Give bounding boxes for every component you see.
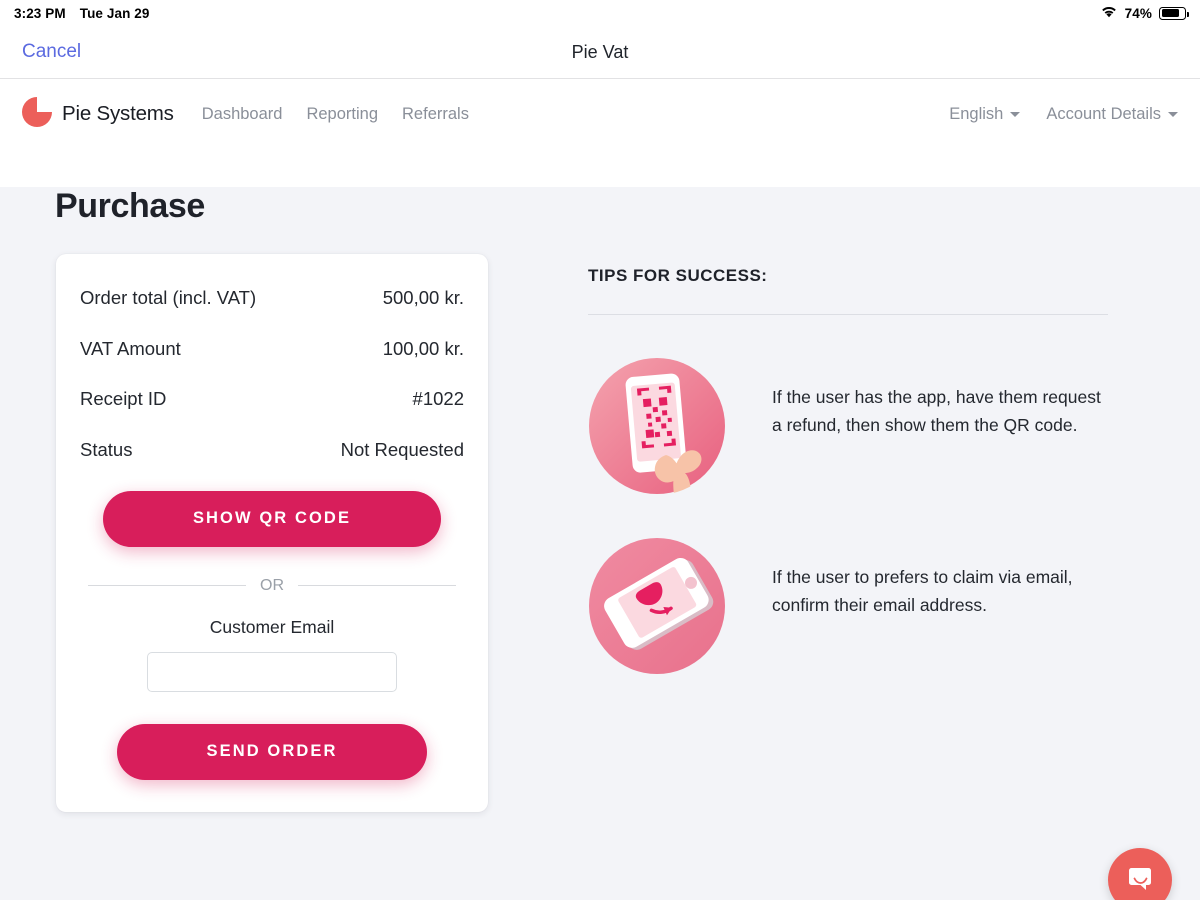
- row-value: 500,00 kr.: [382, 287, 464, 308]
- tip-text: If the user to prefers to claim via emai…: [772, 567, 1073, 615]
- tip-item: If the user has the app, have them reque…: [588, 357, 1108, 495]
- summary-row-status: Status Not Requested: [80, 436, 464, 465]
- or-label: OR: [260, 576, 284, 594]
- brand-name: Pie Systems: [62, 102, 174, 125]
- status-bar-right: 74%: [1100, 5, 1189, 21]
- chevron-down-icon: [1168, 111, 1178, 117]
- tips-divider: [588, 314, 1108, 315]
- battery-percentage: 74%: [1124, 5, 1152, 21]
- page-title: Purchase: [55, 187, 205, 225]
- cancel-button[interactable]: Cancel: [22, 41, 81, 63]
- tip-item: If the user to prefers to claim via emai…: [588, 537, 1108, 675]
- customer-email-label: Customer Email: [209, 616, 335, 637]
- purchase-card: Order total (incl. VAT) 500,00 kr. VAT A…: [56, 254, 488, 812]
- ios-status-bar: 3:23 PM Tue Jan 29 74%: [0, 0, 1200, 26]
- summary-row-receipt-id: Receipt ID #1022: [80, 385, 464, 414]
- brand[interactable]: Pie Systems: [20, 95, 174, 134]
- nav-links: Dashboard Reporting Referrals: [202, 105, 469, 124]
- pie-chart-logo-icon: [20, 95, 54, 134]
- status-badge: Not Requested: [340, 439, 464, 461]
- status-bar-date: Tue Jan 29: [79, 5, 150, 21]
- nav-link-referrals[interactable]: Referrals: [402, 105, 469, 124]
- tip-text: If the user has the app, have them reque…: [772, 387, 1101, 435]
- or-separator: OR: [88, 577, 456, 595]
- intercom-launcher-button[interactable]: [1108, 848, 1172, 900]
- row-label: Order total (incl. VAT): [80, 287, 257, 308]
- status-bar-time: 3:23 PM: [14, 5, 66, 21]
- summary-row-order-total: Order total (incl. VAT) 500,00 kr.: [80, 284, 464, 313]
- modal-title: Pie Vat: [571, 41, 629, 62]
- phone-email-received-icon: [588, 537, 726, 675]
- chevron-down-icon: [1010, 111, 1021, 117]
- language-dropdown[interactable]: English: [949, 104, 1021, 124]
- row-label: VAT Amount: [80, 337, 181, 359]
- nav-link-reporting[interactable]: Reporting: [306, 105, 378, 124]
- customer-email-input[interactable]: [147, 651, 397, 692]
- page-body: Purchase Order total (incl. VAT) 500,00 …: [0, 187, 1200, 900]
- wifi-icon: [1100, 5, 1118, 21]
- summary-row-vat-amount: VAT Amount 100,00 kr.: [80, 335, 464, 364]
- phone-qr-code-scan-icon: [588, 357, 726, 495]
- row-value: 100,00 kr.: [382, 337, 464, 359]
- language-dropdown-label: English: [949, 104, 1004, 123]
- account-details-dropdown[interactable]: Account Details: [1046, 105, 1178, 124]
- battery-icon: [1159, 6, 1189, 20]
- tips-title: TIPS FOR SUCCESS:: [588, 266, 768, 285]
- row-label: Receipt ID: [80, 388, 167, 410]
- modal-header: Cancel Pie Vat: [0, 26, 1200, 79]
- status-bar-left: 3:23 PM Tue Jan 29: [14, 6, 150, 21]
- nav-link-dashboard[interactable]: Dashboard: [202, 105, 283, 124]
- show-qr-code-button[interactable]: SHOW QR CODE: [103, 490, 441, 547]
- nav-right: English Account Details: [949, 105, 1178, 124]
- send-order-button[interactable]: SEND ORDER: [117, 723, 427, 780]
- account-details-label: Account Details: [1046, 104, 1161, 123]
- row-label: Status: [80, 439, 133, 461]
- row-value: #1022: [412, 388, 464, 410]
- tips-panel: TIPS FOR SUCCESS: If the user has the ap…: [588, 254, 1108, 675]
- chat-bubble-icon: [1125, 864, 1155, 897]
- site-navigation-bar: Pie Systems Dashboard Reporting Referral…: [0, 79, 1200, 149]
- content-area: Order total (incl. VAT) 500,00 kr. VAT A…: [0, 254, 1200, 812]
